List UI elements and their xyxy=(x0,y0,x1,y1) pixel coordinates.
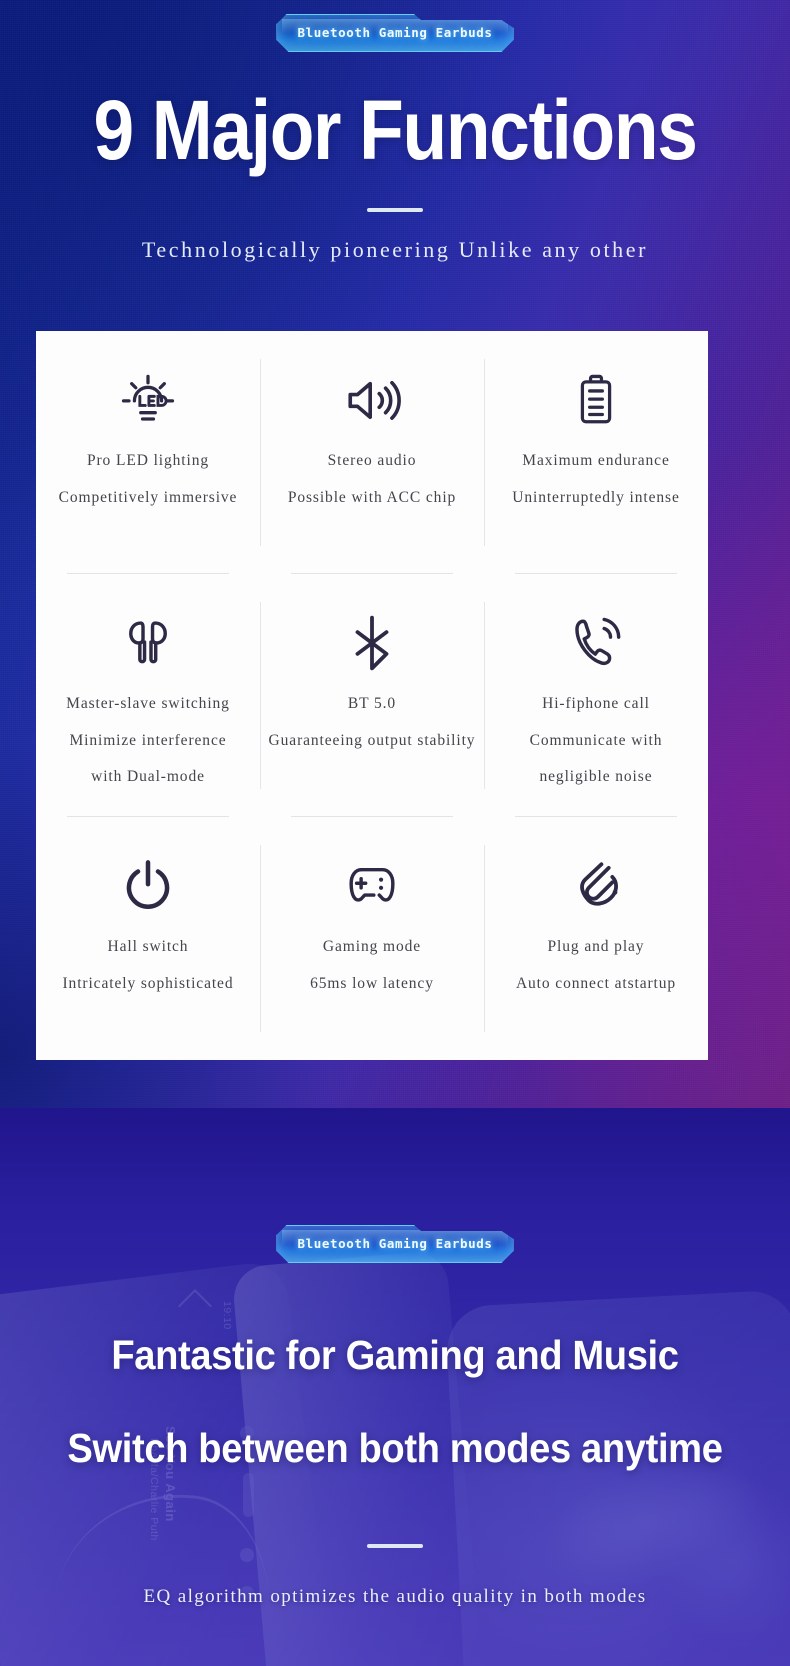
bottom-caption: EQ algorithm optimizes the audio quality… xyxy=(143,1586,647,1607)
page-title: 9 Major Functions xyxy=(93,83,697,177)
feature-subtitle: 65ms low latency xyxy=(310,974,434,992)
feature-title: Hall switch xyxy=(107,938,189,955)
feature-subtitle: Uninterruptedly intense xyxy=(512,488,680,506)
feature-cell-hi-fi-phone-call: Hi-fiphone call Communicate with negligi… xyxy=(484,574,708,817)
bottom-hero-section: 19:10 See You Again Khalifa/Charlie Puth… xyxy=(0,1108,790,1666)
feature-subtitle: Possible with ACC chip xyxy=(287,488,457,506)
feature-cell-plug-and-play: Plug and play Auto connect atstartup xyxy=(484,817,708,1060)
feature-subtitle: Intricately sophisticated xyxy=(62,974,234,992)
feature-cell-hall-switch: Hall switch Intricately sophisticated xyxy=(36,817,260,1060)
feature-subtitle: Competitively immersive xyxy=(58,488,238,506)
feature-cell-pro-led-lighting: Pro LED lighting Competitively immersive xyxy=(36,331,260,574)
feature-title: Master-slave switching xyxy=(66,695,230,712)
product-badge-top: Bluetooth Gaming Earbuds xyxy=(276,14,513,52)
top-badge-container: Bluetooth Gaming Earbuds xyxy=(0,14,790,52)
feature-subtitle-2: with Dual-mode xyxy=(91,768,205,785)
earbuds-icon xyxy=(119,614,177,672)
feature-subtitle: Guaranteeing output stability xyxy=(268,731,476,749)
feature-title: Hi-fiphone call xyxy=(542,695,650,712)
battery-icon xyxy=(567,371,625,429)
photo-leaf-shape xyxy=(441,1352,790,1666)
photo-phone-button-2 xyxy=(243,1473,254,1517)
top-hero-section: Bluetooth Gaming Earbuds 9 Major Functio… xyxy=(0,0,790,1108)
feature-subtitle-2: negligible noise xyxy=(539,768,653,785)
photo-chevron-icon xyxy=(178,1289,212,1323)
feature-subtitle: Minimize interference xyxy=(69,731,227,749)
page-subtitle: Technologically pioneering Unlike any ot… xyxy=(141,237,649,262)
gamepad-icon xyxy=(343,857,401,915)
bottom-divider xyxy=(367,1544,423,1548)
feature-subtitle: Auto connect atstartup xyxy=(515,974,677,992)
photo-status-time: 19:10 xyxy=(221,1301,233,1330)
feature-cell-master-slave-switching: Master-slave switching Minimize interfer… xyxy=(36,574,260,817)
feature-subtitle: Communicate with xyxy=(529,731,663,749)
bluetooth-icon xyxy=(343,614,401,672)
product-badge-bottom: Bluetooth Gaming Earbuds xyxy=(276,1225,513,1263)
feature-cell-gaming-mode: Gaming mode 65ms low latency xyxy=(260,817,484,1060)
background-photo: 19:10 See You Again Khalifa/Charlie Puth xyxy=(0,1108,790,1666)
led-bulb-icon xyxy=(119,371,177,429)
title-divider xyxy=(367,208,423,212)
feature-title: Gaming mode xyxy=(322,938,422,955)
bottom-badge-container: Bluetooth Gaming Earbuds xyxy=(0,1225,790,1263)
feature-title: BT 5.0 xyxy=(347,695,397,712)
bottom-headline-2: Switch between both modes anytime xyxy=(67,1425,723,1471)
photo-phone-button-3 xyxy=(240,1548,254,1562)
feature-cell-bt-5-0: BT 5.0 Guaranteeing output stability xyxy=(260,574,484,817)
feature-title: Maximum endurance xyxy=(522,452,670,469)
power-icon xyxy=(119,857,177,915)
feature-cell-stereo-audio: Stereo audio Possible with ACC chip xyxy=(260,331,484,574)
product-detail-page: Bluetooth Gaming Earbuds 9 Major Functio… xyxy=(0,0,790,1666)
plug-play-icon xyxy=(567,857,625,915)
speaker-icon xyxy=(343,371,401,429)
phone-call-icon xyxy=(567,614,625,672)
feature-cell-maximum-endurance: Maximum endurance Uninterruptedly intens… xyxy=(484,331,708,574)
feature-title: Pro LED lighting xyxy=(86,452,210,469)
feature-title: Plug and play xyxy=(547,938,645,955)
bottom-headline-1: Fantastic for Gaming and Music xyxy=(111,1332,679,1378)
feature-title: Stereo audio xyxy=(327,452,417,469)
features-card: Pro LED lighting Competitively immersive… xyxy=(36,331,708,1060)
